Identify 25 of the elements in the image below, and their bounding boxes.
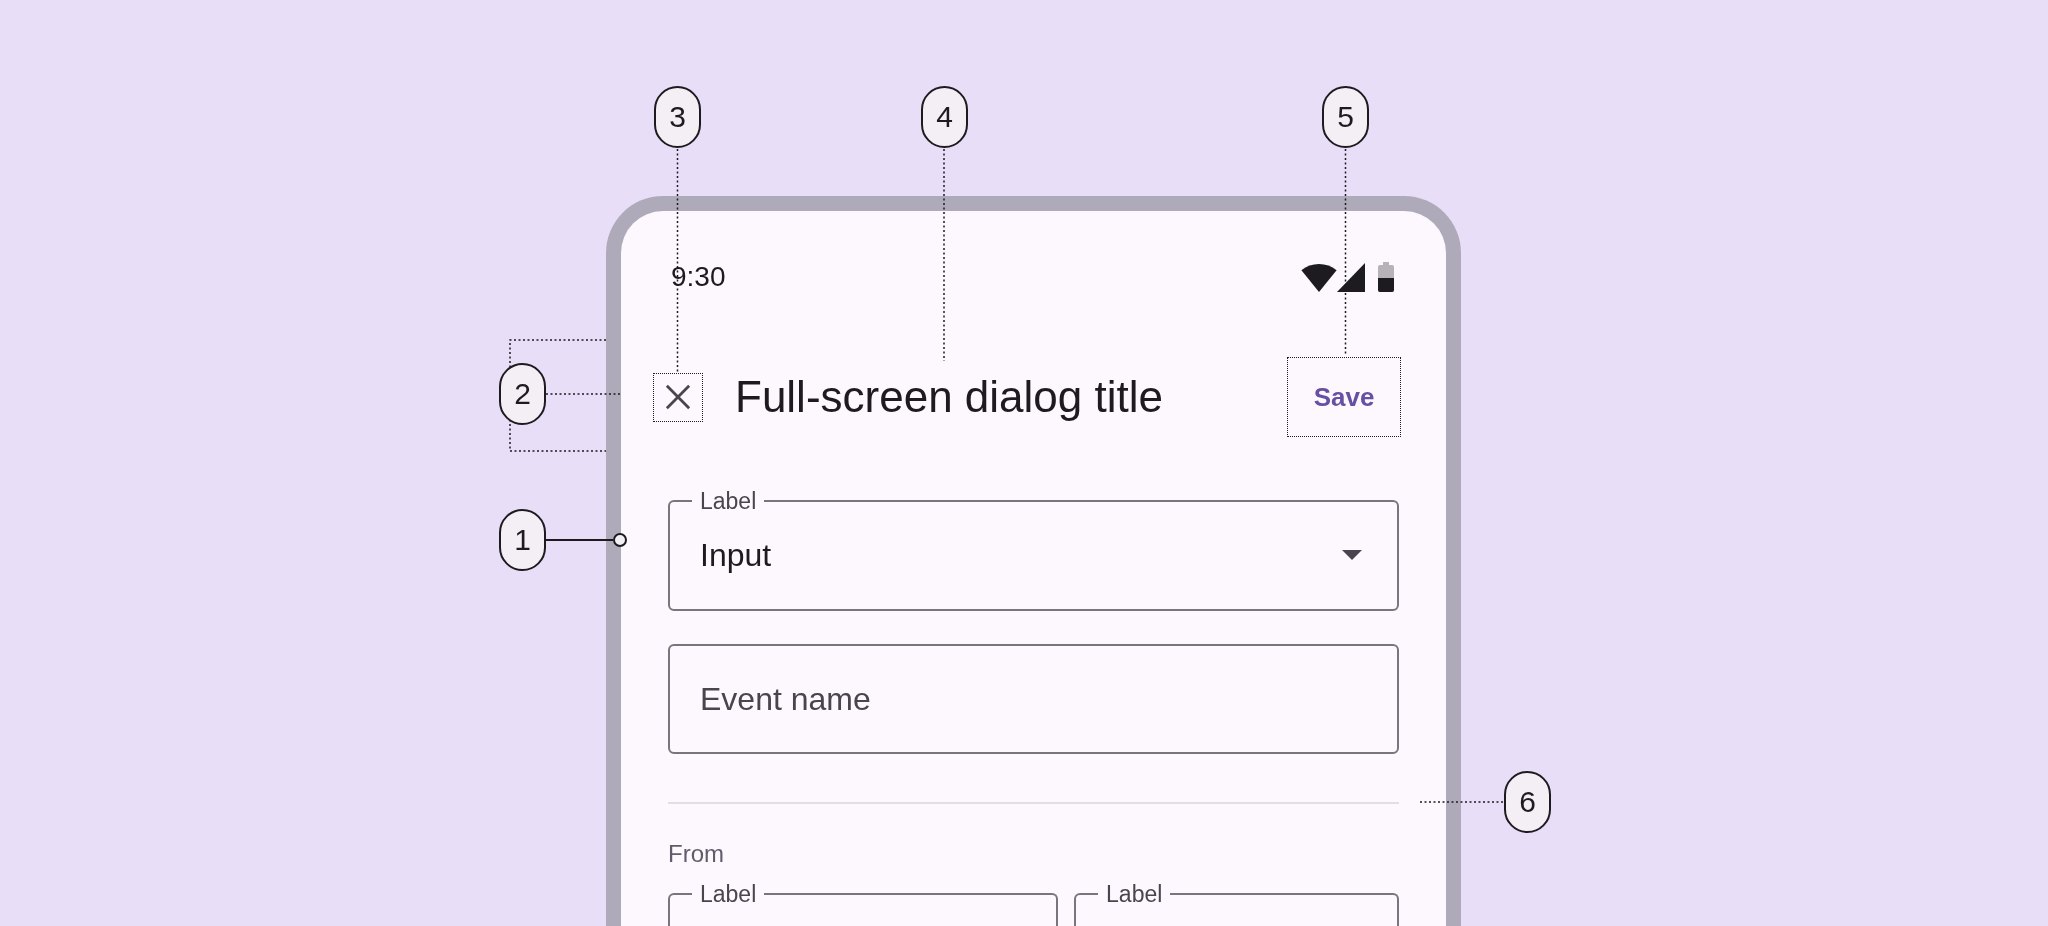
callout-marker: 4 <box>921 86 968 148</box>
field-label: Label <box>1105 882 1164 906</box>
callout-marker: 3 <box>654 86 701 148</box>
dropdown-field[interactable]: Label Input <box>668 489 1399 611</box>
text-field[interactable]: Label <box>668 882 1059 926</box>
signal-icon <box>1337 262 1365 292</box>
field-value: Input <box>700 536 772 575</box>
field-label: Label <box>699 882 758 906</box>
text-field[interactable]: Event name <box>668 644 1399 754</box>
save-button[interactable]: Save <box>1287 357 1401 437</box>
close-button[interactable] <box>653 372 703 422</box>
callout-marker: 6 <box>1504 771 1551 833</box>
battery-icon <box>1378 262 1394 292</box>
text-field[interactable]: Label <box>1074 882 1399 926</box>
callout-marker: 2 <box>499 363 546 425</box>
callout-marker: 1 <box>499 509 546 571</box>
close-icon <box>665 384 691 410</box>
field-label: Event name <box>700 680 871 719</box>
caret-icon <box>1342 550 1362 560</box>
wifi-icon <box>1301 262 1337 292</box>
dialog-title: Full-screen dialog title <box>735 371 1163 423</box>
status-time: 9:30 <box>671 261 726 293</box>
field-label: Label <box>699 489 758 513</box>
section-heading: From <box>668 839 724 869</box>
callout-marker: 5 <box>1322 86 1369 148</box>
